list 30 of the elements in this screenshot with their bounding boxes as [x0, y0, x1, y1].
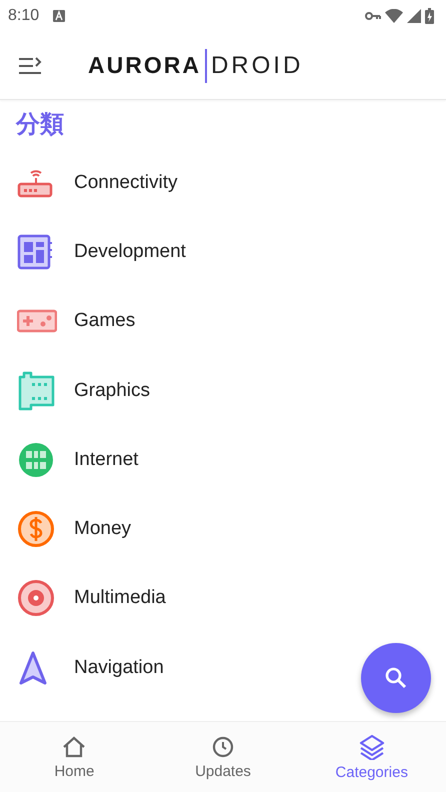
signal-icon: [407, 9, 421, 23]
key-icon: [365, 11, 381, 21]
category-item[interactable]: Connectivity: [74, 172, 178, 194]
category-item[interactable]: Multimedia: [74, 587, 166, 610]
notification-icon: [53, 10, 66, 22]
category-item[interactable]: Navigation: [74, 656, 164, 679]
logo-wordmark: AURORA: [88, 52, 201, 79]
status-time: 8:10: [8, 7, 40, 25]
nav-tab[interactable]: Updates: [148, 722, 298, 792]
target-icon: [17, 579, 55, 618]
category-item[interactable]: Development: [74, 240, 186, 263]
search-icon: [384, 666, 408, 690]
film-icon: [17, 370, 57, 411]
clock-icon: [210, 734, 236, 758]
dashboard-icon: [17, 234, 53, 270]
navigation-arrow-icon: [17, 650, 49, 686]
category-item[interactable]: Graphics: [74, 380, 150, 402]
category-item[interactable]: Internet: [74, 448, 138, 471]
wifi-icon: [385, 9, 403, 23]
category-item[interactable]: Games: [74, 310, 136, 332]
layers-icon: [358, 734, 385, 760]
home-icon: [61, 734, 88, 758]
dollar-coin-icon: [17, 510, 55, 548]
section-title: 分類: [14, 110, 65, 140]
logo-wordmark: DROID: [210, 52, 304, 80]
search-button[interactable]: [361, 643, 431, 713]
nav-tab[interactable]: Home: [0, 722, 149, 792]
category-item[interactable]: Money: [74, 518, 132, 540]
battery-icon: [425, 8, 434, 24]
nav-tab[interactable]: Categories: [297, 722, 446, 792]
